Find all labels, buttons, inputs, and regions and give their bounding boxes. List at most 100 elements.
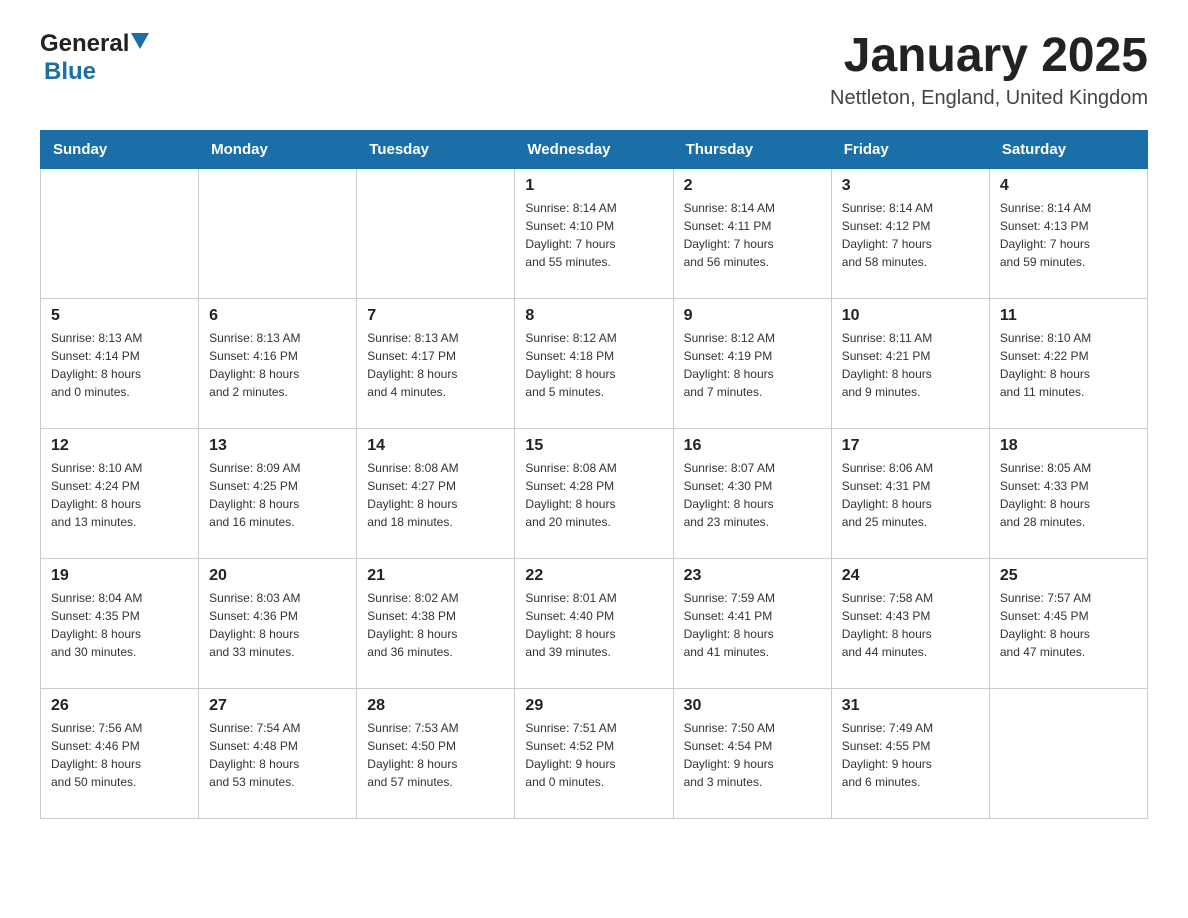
day-info: Sunrise: 8:04 AMSunset: 4:35 PMDaylight:…	[51, 589, 188, 661]
day-number: 30	[684, 697, 821, 715]
calendar-cell: 21Sunrise: 8:02 AMSunset: 4:38 PMDayligh…	[357, 558, 515, 688]
calendar-cell: 7Sunrise: 8:13 AMSunset: 4:17 PMDaylight…	[357, 298, 515, 428]
calendar-week-1: 1 Sunrise: 8:14 AMSunset: 4:10 PMDaylight…	[41, 168, 1148, 298]
day-number: 27	[209, 697, 346, 715]
calendar-cell: 29Sunrise: 7:51 AMSunset: 4:52 PMDayligh…	[515, 688, 673, 818]
calendar-cell: 15 Sunrise: 8:08 AMSunset: 4:28 PMDayligh…	[515, 428, 673, 558]
day-number: 25	[1000, 567, 1137, 585]
day-info: Sunrise: 8:03 AMSunset: 4:36 PMDaylight:…	[209, 589, 346, 661]
day-number: 18	[1000, 437, 1137, 455]
calendar-cell: 28Sunrise: 7:53 AMSunset: 4:50 PMDayligh…	[357, 688, 515, 818]
day-number: 20	[209, 567, 346, 585]
calendar-cell: 11Sunrise: 8:10 AMSunset: 4:22 PMDayligh…	[989, 298, 1147, 428]
day-number: 6	[209, 307, 346, 325]
day-number: 17	[842, 437, 979, 455]
logo: General Blue	[40, 30, 149, 86]
day-info: Sunrise: 8:10 AMSunset: 4:22 PMDaylight:…	[1000, 329, 1137, 401]
calendar-cell: 14 Sunrise: 8:08 AMSunset: 4:27 PMDayligh…	[357, 428, 515, 558]
day-info: Sunrise: 8:12 AMSunset: 4:19 PMDaylight:…	[684, 329, 821, 401]
day-number: 3	[842, 177, 979, 195]
calendar-cell: 27 Sunrise: 7:54 AMSunset: 4:48 PMDayligh…	[199, 688, 357, 818]
calendar-cell: 24 Sunrise: 7:58 AMSunset: 4:43 PMDayligh…	[831, 558, 989, 688]
calendar-cell: 5 Sunrise: 8:13 AMSunset: 4:14 PMDaylight…	[41, 298, 199, 428]
weekday-header-thursday: Thursday	[673, 130, 831, 168]
day-info: Sunrise: 7:53 AMSunset: 4:50 PMDaylight:…	[367, 719, 504, 791]
day-info: Sunrise: 8:14 AMSunset: 4:11 PMDaylight:…	[684, 199, 821, 271]
calendar-cell: 10 Sunrise: 8:11 AMSunset: 4:21 PMDayligh…	[831, 298, 989, 428]
weekday-header-friday: Friday	[831, 130, 989, 168]
day-number: 5	[51, 307, 188, 325]
day-info: Sunrise: 8:13 AMSunset: 4:16 PMDaylight:…	[209, 329, 346, 401]
day-number: 23	[684, 567, 821, 585]
day-info: Sunrise: 7:58 AMSunset: 4:43 PMDaylight:…	[842, 589, 979, 661]
logo-blue-text: Blue	[44, 58, 96, 85]
calendar-table: SundayMondayTuesdayWednesdayThursdayFrid…	[40, 130, 1148, 819]
day-info: Sunrise: 8:12 AMSunset: 4:18 PMDaylight:…	[525, 329, 662, 401]
calendar-week-2: 5 Sunrise: 8:13 AMSunset: 4:14 PMDaylight…	[41, 298, 1148, 428]
calendar-cell: 1 Sunrise: 8:14 AMSunset: 4:10 PMDaylight…	[515, 168, 673, 298]
day-info: Sunrise: 8:08 AMSunset: 4:28 PMDaylight:…	[525, 459, 662, 531]
day-info: Sunrise: 8:01 AMSunset: 4:40 PMDaylight:…	[525, 589, 662, 661]
logo-general-text: General	[40, 30, 129, 58]
calendar-cell: 22 Sunrise: 8:01 AMSunset: 4:40 PMDayligh…	[515, 558, 673, 688]
day-number: 22	[525, 567, 662, 585]
day-info: Sunrise: 7:54 AMSunset: 4:48 PMDaylight:…	[209, 719, 346, 791]
calendar-cell: 6 Sunrise: 8:13 AMSunset: 4:16 PMDaylight…	[199, 298, 357, 428]
calendar-cell: 17 Sunrise: 8:06 AMSunset: 4:31 PMDayligh…	[831, 428, 989, 558]
calendar-cell: 25 Sunrise: 7:57 AMSunset: 4:45 PMDayligh…	[989, 558, 1147, 688]
day-info: Sunrise: 8:13 AMSunset: 4:17 PMDaylight:…	[367, 329, 504, 401]
calendar-cell	[41, 168, 199, 298]
day-number: 16	[684, 437, 821, 455]
day-number: 1	[525, 177, 662, 195]
calendar-cell: 8Sunrise: 8:12 AMSunset: 4:18 PMDaylight…	[515, 298, 673, 428]
day-info: Sunrise: 7:59 AMSunset: 4:41 PMDaylight:…	[684, 589, 821, 661]
page-header: General Blue January 2025 Nettleton, Eng…	[40, 30, 1148, 110]
weekday-header-tuesday: Tuesday	[357, 130, 515, 168]
calendar-cell: 31Sunrise: 7:49 AMSunset: 4:55 PMDayligh…	[831, 688, 989, 818]
day-info: Sunrise: 8:05 AMSunset: 4:33 PMDaylight:…	[1000, 459, 1137, 531]
calendar-title: January 2025	[830, 30, 1148, 83]
day-info: Sunrise: 7:51 AMSunset: 4:52 PMDaylight:…	[525, 719, 662, 791]
day-info: Sunrise: 8:10 AMSunset: 4:24 PMDaylight:…	[51, 459, 188, 531]
weekday-header-saturday: Saturday	[989, 130, 1147, 168]
day-info: Sunrise: 7:50 AMSunset: 4:54 PMDaylight:…	[684, 719, 821, 791]
weekday-header-row: SundayMondayTuesdayWednesdayThursdayFrid…	[41, 130, 1148, 168]
calendar-cell	[357, 168, 515, 298]
day-info: Sunrise: 8:14 AMSunset: 4:12 PMDaylight:…	[842, 199, 979, 271]
title-block: January 2025 Nettleton, England, United …	[830, 30, 1148, 110]
day-info: Sunrise: 8:09 AMSunset: 4:25 PMDaylight:…	[209, 459, 346, 531]
day-number: 24	[842, 567, 979, 585]
day-number: 15	[525, 437, 662, 455]
weekday-header-monday: Monday	[199, 130, 357, 168]
calendar-cell: 23 Sunrise: 7:59 AMSunset: 4:41 PMDayligh…	[673, 558, 831, 688]
logo-arrow-icon	[131, 33, 149, 56]
calendar-cell: 26Sunrise: 7:56 AMSunset: 4:46 PMDayligh…	[41, 688, 199, 818]
day-info: Sunrise: 8:13 AMSunset: 4:14 PMDaylight:…	[51, 329, 188, 401]
calendar-cell	[199, 168, 357, 298]
calendar-cell: 12 Sunrise: 8:10 AMSunset: 4:24 PMDayligh…	[41, 428, 199, 558]
calendar-week-5: 26Sunrise: 7:56 AMSunset: 4:46 PMDayligh…	[41, 688, 1148, 818]
calendar-cell: 18 Sunrise: 8:05 AMSunset: 4:33 PMDayligh…	[989, 428, 1147, 558]
day-number: 14	[367, 437, 504, 455]
day-info: Sunrise: 8:14 AMSunset: 4:13 PMDaylight:…	[1000, 199, 1137, 271]
day-number: 26	[51, 697, 188, 715]
day-number: 31	[842, 697, 979, 715]
day-info: Sunrise: 8:08 AMSunset: 4:27 PMDaylight:…	[367, 459, 504, 531]
day-info: Sunrise: 7:57 AMSunset: 4:45 PMDaylight:…	[1000, 589, 1137, 661]
location: Nettleton, England, United Kingdom	[830, 87, 1148, 110]
calendar-cell: 16Sunrise: 8:07 AMSunset: 4:30 PMDayligh…	[673, 428, 831, 558]
day-info: Sunrise: 8:06 AMSunset: 4:31 PMDaylight:…	[842, 459, 979, 531]
calendar-cell: 9 Sunrise: 8:12 AMSunset: 4:19 PMDaylight…	[673, 298, 831, 428]
calendar-cell: 20 Sunrise: 8:03 AMSunset: 4:36 PMDayligh…	[199, 558, 357, 688]
calendar-cell: 30 Sunrise: 7:50 AMSunset: 4:54 PMDayligh…	[673, 688, 831, 818]
day-number: 9	[684, 307, 821, 325]
calendar-cell: 19Sunrise: 8:04 AMSunset: 4:35 PMDayligh…	[41, 558, 199, 688]
day-number: 10	[842, 307, 979, 325]
day-info: Sunrise: 8:14 AMSunset: 4:10 PMDaylight:…	[525, 199, 662, 271]
day-number: 12	[51, 437, 188, 455]
day-number: 4	[1000, 177, 1137, 195]
day-info: Sunrise: 8:11 AMSunset: 4:21 PMDaylight:…	[842, 329, 979, 401]
calendar-week-3: 12 Sunrise: 8:10 AMSunset: 4:24 PMDayligh…	[41, 428, 1148, 558]
calendar-cell: 3 Sunrise: 8:14 AMSunset: 4:12 PMDaylight…	[831, 168, 989, 298]
day-number: 21	[367, 567, 504, 585]
